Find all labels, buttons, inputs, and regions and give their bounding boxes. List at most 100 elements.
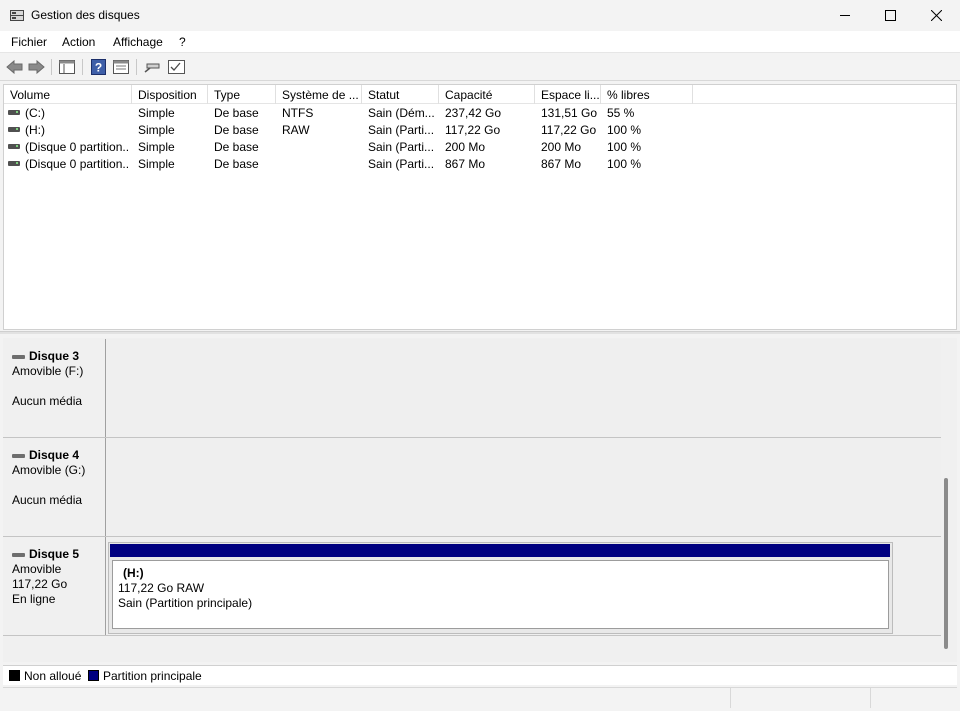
cell-free-space: 131,51 Go	[541, 106, 598, 120]
disk-label[interactable]: Disque 4 Amovible (G:) Aucun média	[3, 438, 106, 536]
table-row[interactable]: (Disque 0 partition... Simple De base Sa…	[4, 156, 956, 173]
disk-size	[12, 379, 105, 394]
back-button[interactable]	[4, 57, 24, 77]
cell-capacity: 867 Mo	[445, 157, 486, 171]
close-button[interactable]	[913, 0, 959, 31]
connect-button[interactable]	[142, 57, 162, 77]
cell-disposition: Simple	[138, 123, 175, 137]
menu-bar: Fichier Action Affichage ?	[0, 31, 960, 53]
column-headers: Volume Disposition Type Système de ... S…	[4, 85, 956, 104]
cell-free-space: 867 Mo	[541, 157, 582, 171]
cell-free-space: 200 Mo	[541, 140, 582, 154]
cell-capacity: 237,42 Go	[445, 106, 502, 120]
column-header-filesystem[interactable]: Système de ...	[276, 85, 362, 104]
settings-icon	[167, 60, 185, 74]
disk-area-empty	[107, 438, 941, 536]
settings-button[interactable]	[166, 57, 186, 77]
cell-disposition: Simple	[138, 140, 175, 154]
legend-label-unallocated: Non alloué	[24, 669, 82, 683]
disk-area: (H:) 117,22 Go RAW Sain (Partition princ…	[107, 537, 941, 635]
cell-percent-free: 55 %	[607, 106, 635, 120]
maximize-icon	[884, 10, 896, 21]
column-header-capacity[interactable]: Capacité	[439, 85, 535, 104]
disk-state: Aucun média	[12, 394, 83, 408]
minimize-button[interactable]	[822, 0, 868, 31]
toolbar-separator	[82, 59, 83, 75]
cell-type: De base	[214, 157, 259, 171]
cell-volume-text: (C:)	[25, 106, 45, 120]
column-header-status[interactable]: Statut	[362, 85, 439, 104]
window-title: Gestion des disques	[31, 8, 140, 22]
cell-disposition: Simple	[138, 106, 175, 120]
cell-volume: (Disque 0 partition...	[8, 157, 130, 171]
drive-icon	[8, 161, 20, 166]
disk-size	[12, 478, 105, 493]
disk-icon	[12, 453, 25, 458]
menu-help[interactable]: ?	[179, 35, 186, 49]
disk-name: Disque 4	[29, 448, 80, 462]
partition-label: (H:)	[123, 566, 144, 580]
properties-button[interactable]	[111, 57, 131, 77]
disk-management-app-icon	[10, 10, 24, 21]
disk-type: Amovible (F:)	[12, 364, 84, 378]
pane-splitter[interactable]	[0, 331, 960, 334]
help-button[interactable]: ?	[88, 57, 108, 77]
table-row[interactable]: (H:) Simple De base RAW Sain (Parti... 1…	[4, 122, 956, 139]
cell-filesystem: NTFS	[282, 106, 314, 120]
column-header-free-space[interactable]: Espace li...	[535, 85, 601, 104]
volume-list[interactable]: Volume Disposition Type Système de ... S…	[3, 84, 957, 330]
cell-volume: (H:)	[8, 123, 130, 137]
vertical-scrollbar-thumb[interactable]	[944, 478, 948, 649]
toolbar: ?	[0, 53, 960, 81]
menu-affichage[interactable]: Affichage	[113, 35, 163, 49]
disk-row: Disque 3 Amovible (F:) Aucun média	[3, 339, 941, 438]
toolbar-separator	[51, 59, 52, 75]
disk-row: Disque 4 Amovible (G:) Aucun média	[3, 438, 941, 537]
partition-block[interactable]: (H:) 117,22 Go RAW Sain (Partition princ…	[108, 542, 893, 634]
svg-text:?: ?	[94, 61, 101, 75]
cell-type: De base	[214, 106, 259, 120]
disk-graphical-view[interactable]: Disque 3 Amovible (F:) Aucun média Disqu…	[3, 338, 957, 662]
cell-free-space: 117,22 Go	[541, 123, 597, 137]
cell-status: Sain (Dém...	[368, 106, 435, 120]
disk-label[interactable]: Disque 5 Amovible 117,22 Go En ligne	[3, 537, 106, 635]
table-row[interactable]: (Disque 0 partition... Simple De base Sa…	[4, 139, 956, 156]
cell-status: Sain (Parti...	[368, 157, 435, 171]
status-segment	[870, 688, 957, 708]
disk-name: Disque 5	[29, 547, 80, 561]
disk-size: 117,22 Go	[12, 577, 68, 591]
disk-area-empty	[107, 339, 941, 437]
maximize-button[interactable]	[867, 0, 913, 31]
close-icon	[930, 10, 942, 21]
partition-status: Sain (Partition principale)	[118, 596, 253, 610]
connect-icon	[144, 63, 160, 73]
disk-icon	[12, 354, 25, 359]
forward-icon	[28, 60, 45, 74]
menu-fichier[interactable]: Fichier	[11, 35, 47, 49]
column-header-percent-free[interactable]: % libres	[601, 85, 693, 104]
cell-volume-text: (H:)	[25, 123, 45, 137]
cell-status: Sain (Parti...	[368, 140, 435, 154]
properties-icon	[113, 60, 129, 74]
disk-icon	[12, 552, 25, 557]
forward-button[interactable]	[26, 57, 46, 77]
cell-volume: (C:)	[8, 106, 130, 120]
column-header-volume[interactable]: Volume	[4, 85, 132, 104]
cell-capacity: 200 Mo	[445, 140, 486, 154]
table-row[interactable]: (C:) Simple De base NTFS Sain (Dém... 23…	[4, 105, 956, 122]
status-segment	[730, 688, 870, 708]
cell-volume-text: (Disque 0 partition...	[25, 140, 130, 154]
console-tree-icon	[59, 60, 75, 74]
column-header-disposition[interactable]: Disposition	[132, 85, 208, 104]
column-header-type[interactable]: Type	[208, 85, 276, 104]
legend-label-primary: Partition principale	[103, 669, 202, 683]
drive-icon	[8, 144, 20, 149]
console-tree-button[interactable]	[57, 57, 77, 77]
disk-label[interactable]: Disque 3 Amovible (F:) Aucun média	[3, 339, 106, 437]
disk-row: Disque 5 Amovible 117,22 Go En ligne (H:…	[3, 537, 941, 636]
cell-volume: (Disque 0 partition...	[8, 140, 130, 154]
cell-capacity: 117,22 Go	[445, 123, 501, 137]
primary-partition-bar	[110, 544, 890, 557]
menu-action[interactable]: Action	[62, 35, 95, 49]
cell-disposition: Simple	[138, 157, 175, 171]
